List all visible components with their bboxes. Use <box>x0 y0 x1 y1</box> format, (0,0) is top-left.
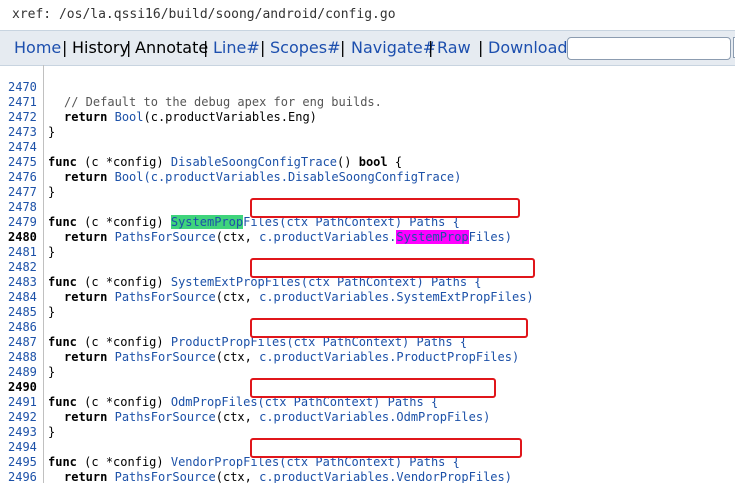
code-line: 2474 func (c *config) DisableSoongConfig… <box>0 125 735 169</box>
navigation-bar: Home | History | Annotate | Line# | Scop… <box>0 30 735 66</box>
xref-breadcrumb: xref: /os/la.qssi16/build/soong/android/… <box>0 0 735 30</box>
code-line: 2481 <box>0 230 735 259</box>
code-line: 2471 return Bool(c.productVariables.Eng) <box>0 80 735 124</box>
annotation-box-product <box>250 318 528 338</box>
separator: | <box>203 38 209 57</box>
home-link[interactable]: Home <box>14 38 61 57</box>
separator: | <box>260 38 266 57</box>
code-line: 2475 return Bool(c.productVariables.Disa… <box>0 140 735 184</box>
scopes-toggle[interactable]: Scopes# <box>270 38 340 57</box>
xref-path[interactable]: xref: /os/la.qssi16/build/soong/android/… <box>12 7 396 22</box>
code-line: 2485 <box>0 290 735 319</box>
code-line: 2489 <box>0 350 735 379</box>
code-line: 2477 <box>0 170 735 199</box>
annotate-link[interactable]: Annotate <box>135 38 208 57</box>
navigate-toggle[interactable]: Navigate# <box>351 38 436 57</box>
xref-label: xref: <box>12 7 52 22</box>
code-line: 2473 <box>0 110 735 139</box>
source-code-view: 2470 // Default to the debug apex for en… <box>0 65 735 483</box>
separator: | <box>478 38 484 57</box>
line-number-toggle[interactable]: Line# <box>213 38 260 57</box>
annotation-box-odm <box>250 378 496 398</box>
code-line: 2497 <box>0 470 735 483</box>
separator: | <box>428 38 434 57</box>
search-input[interactable] <box>567 37 731 60</box>
separator: | <box>340 38 346 57</box>
separator: | <box>126 38 132 57</box>
code-line: 2472 } <box>0 95 735 139</box>
annotation-box-vendor <box>250 438 522 458</box>
annotation-box-system-ext <box>250 258 535 278</box>
separator: | <box>62 38 68 57</box>
code-line: 2493 <box>0 410 735 439</box>
download-link[interactable]: Download <box>488 38 568 57</box>
code-line: 2476 } <box>0 155 735 199</box>
raw-link[interactable]: Raw <box>437 38 471 57</box>
xref-path-text[interactable]: /os/la.qssi16/build/soong/android/config… <box>59 7 396 22</box>
code-line: 2470 // Default to the debug apex for en… <box>0 65 735 109</box>
annotation-box-system <box>250 198 520 218</box>
history-link[interactable]: History <box>72 38 129 57</box>
